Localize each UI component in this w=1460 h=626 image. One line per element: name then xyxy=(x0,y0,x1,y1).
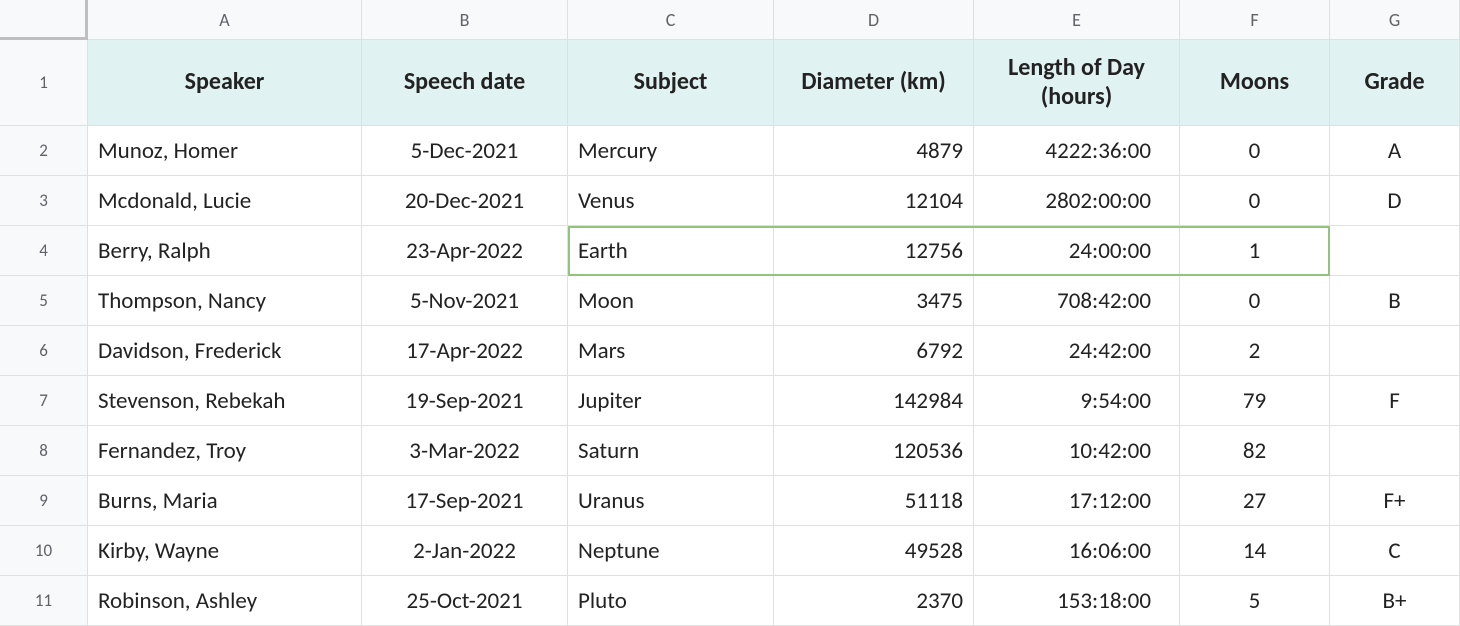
cell-speaker[interactable]: Robinson, Ashley xyxy=(88,576,362,626)
cell-subject[interactable]: Venus xyxy=(568,176,774,226)
cell-moons[interactable]: 1 xyxy=(1180,226,1330,276)
cell-moons[interactable]: 5 xyxy=(1180,576,1330,626)
row-header[interactable]: 11 xyxy=(0,576,88,626)
column-header[interactable]: A xyxy=(88,0,362,40)
header-cell-speaker[interactable]: Speaker xyxy=(88,40,362,126)
select-all-corner[interactable] xyxy=(0,0,88,40)
cell-moons[interactable]: 27 xyxy=(1180,476,1330,526)
cell-grade[interactable]: F+ xyxy=(1330,476,1460,526)
cell-speaker[interactable]: Munoz, Homer xyxy=(88,126,362,176)
row-header[interactable]: 9 xyxy=(0,476,88,526)
header-cell-diameter[interactable]: Diameter (km) xyxy=(774,40,974,126)
cell-subject[interactable]: Mars xyxy=(568,326,774,376)
row-header[interactable]: 2 xyxy=(0,126,88,176)
row-header[interactable]: 8 xyxy=(0,426,88,476)
cell-subject[interactable]: Pluto xyxy=(568,576,774,626)
cell-day-length[interactable]: 2802:00:00 xyxy=(974,176,1180,226)
row-header[interactable]: 5 xyxy=(0,276,88,326)
header-cell-day-length[interactable]: Length of Day (hours) xyxy=(974,40,1180,126)
cell-subject[interactable]: Moon xyxy=(568,276,774,326)
cell-speaker[interactable]: Fernandez, Troy xyxy=(88,426,362,476)
cell-diameter[interactable]: 120536 xyxy=(774,426,974,476)
cell-moons[interactable]: 2 xyxy=(1180,326,1330,376)
cell-date[interactable]: 5-Dec-2021 xyxy=(362,126,568,176)
cell-day-length[interactable]: 153:18:00 xyxy=(974,576,1180,626)
cell-diameter[interactable]: 6792 xyxy=(774,326,974,376)
cell-day-length[interactable]: 4222:36:00 xyxy=(974,126,1180,176)
cell-date[interactable]: 3-Mar-2022 xyxy=(362,426,568,476)
cell-grade[interactable] xyxy=(1330,226,1460,276)
cell-speaker[interactable]: Davidson, Frederick xyxy=(88,326,362,376)
column-header[interactable]: D xyxy=(774,0,974,40)
cell-diameter[interactable]: 12104 xyxy=(774,176,974,226)
cell-diameter[interactable]: 12756 xyxy=(774,226,974,276)
spreadsheet-grid[interactable]: A B C D E F G 1 Speaker Speech date Subj… xyxy=(0,0,1460,626)
cell-date[interactable]: 23-Apr-2022 xyxy=(362,226,568,276)
row-header[interactable]: 4 xyxy=(0,226,88,276)
header-cell-subject[interactable]: Subject xyxy=(568,40,774,126)
cell-moons[interactable]: 79 xyxy=(1180,376,1330,426)
cell-day-length[interactable]: 9:54:00 xyxy=(974,376,1180,426)
row-header[interactable]: 3 xyxy=(0,176,88,226)
cell-grade[interactable]: B xyxy=(1330,276,1460,326)
cell-grade[interactable]: F xyxy=(1330,376,1460,426)
row-header[interactable]: 1 xyxy=(0,40,88,126)
cell-subject[interactable]: Uranus xyxy=(568,476,774,526)
cell-diameter[interactable]: 142984 xyxy=(774,376,974,426)
cell-diameter[interactable]: 4879 xyxy=(774,126,974,176)
cell-day-length[interactable]: 24:00:00 xyxy=(974,226,1180,276)
header-cell-speech-date[interactable]: Speech date xyxy=(362,40,568,126)
cell-speaker[interactable]: Burns, Maria xyxy=(88,476,362,526)
cell-speaker[interactable]: Mcdonald, Lucie xyxy=(88,176,362,226)
cell-grade[interactable]: C xyxy=(1330,526,1460,576)
cell-subject[interactable]: Earth xyxy=(568,226,774,276)
cell-date[interactable]: 5-Nov-2021 xyxy=(362,276,568,326)
cell-speaker[interactable]: Kirby, Wayne xyxy=(88,526,362,576)
cell-date[interactable]: 17-Sep-2021 xyxy=(362,476,568,526)
cell-moons[interactable]: 0 xyxy=(1180,176,1330,226)
cell-speaker[interactable]: Stevenson, Rebekah xyxy=(88,376,362,426)
cell-moons[interactable]: 82 xyxy=(1180,426,1330,476)
cell-date[interactable]: 25-Oct-2021 xyxy=(362,576,568,626)
cell-grade[interactable] xyxy=(1330,326,1460,376)
cell-diameter[interactable]: 49528 xyxy=(774,526,974,576)
cell-date[interactable]: 19-Sep-2021 xyxy=(362,376,568,426)
header-cell-grade[interactable]: Grade xyxy=(1330,40,1460,126)
cell-diameter[interactable]: 51118 xyxy=(774,476,974,526)
cell-speaker[interactable]: Berry, Ralph xyxy=(88,226,362,276)
cell-subject[interactable]: Jupiter xyxy=(568,376,774,426)
column-header[interactable]: B xyxy=(362,0,568,40)
cell-day-length[interactable]: 24:42:00 xyxy=(974,326,1180,376)
cell-date[interactable]: 20-Dec-2021 xyxy=(362,176,568,226)
column-header[interactable]: F xyxy=(1180,0,1330,40)
header-cell-moons[interactable]: Moons xyxy=(1180,40,1330,126)
cell-day-length[interactable]: 10:42:00 xyxy=(974,426,1180,476)
cell-moons[interactable]: 0 xyxy=(1180,276,1330,326)
column-header[interactable]: C xyxy=(568,0,774,40)
cell-diameter[interactable]: 3475 xyxy=(774,276,974,326)
cell-subject[interactable]: Mercury xyxy=(568,126,774,176)
row-header[interactable]: 6 xyxy=(0,326,88,376)
cell-day-length[interactable]: 17:12:00 xyxy=(974,476,1180,526)
column-header[interactable]: E xyxy=(974,0,1180,40)
row-header[interactable]: 10 xyxy=(0,526,88,576)
cell-speaker[interactable]: Thompson, Nancy xyxy=(88,276,362,326)
cell-diameter[interactable]: 2370 xyxy=(774,576,974,626)
cell-date[interactable]: 2-Jan-2022 xyxy=(362,526,568,576)
cell-grade[interactable]: B+ xyxy=(1330,576,1460,626)
cell-subject[interactable]: Saturn xyxy=(568,426,774,476)
cell-moons[interactable]: 14 xyxy=(1180,526,1330,576)
cell-grade[interactable]: A xyxy=(1330,126,1460,176)
row-header[interactable]: 7 xyxy=(0,376,88,426)
cell-subject[interactable]: Neptune xyxy=(568,526,774,576)
cell-moons[interactable]: 0 xyxy=(1180,126,1330,176)
column-header[interactable]: G xyxy=(1330,0,1460,40)
cell-day-length[interactable]: 708:42:00 xyxy=(974,276,1180,326)
cell-date[interactable]: 17-Apr-2022 xyxy=(362,326,568,376)
cell-day-length[interactable]: 16:06:00 xyxy=(974,526,1180,576)
cell-grade[interactable]: D xyxy=(1330,176,1460,226)
cell-grade[interactable] xyxy=(1330,426,1460,476)
